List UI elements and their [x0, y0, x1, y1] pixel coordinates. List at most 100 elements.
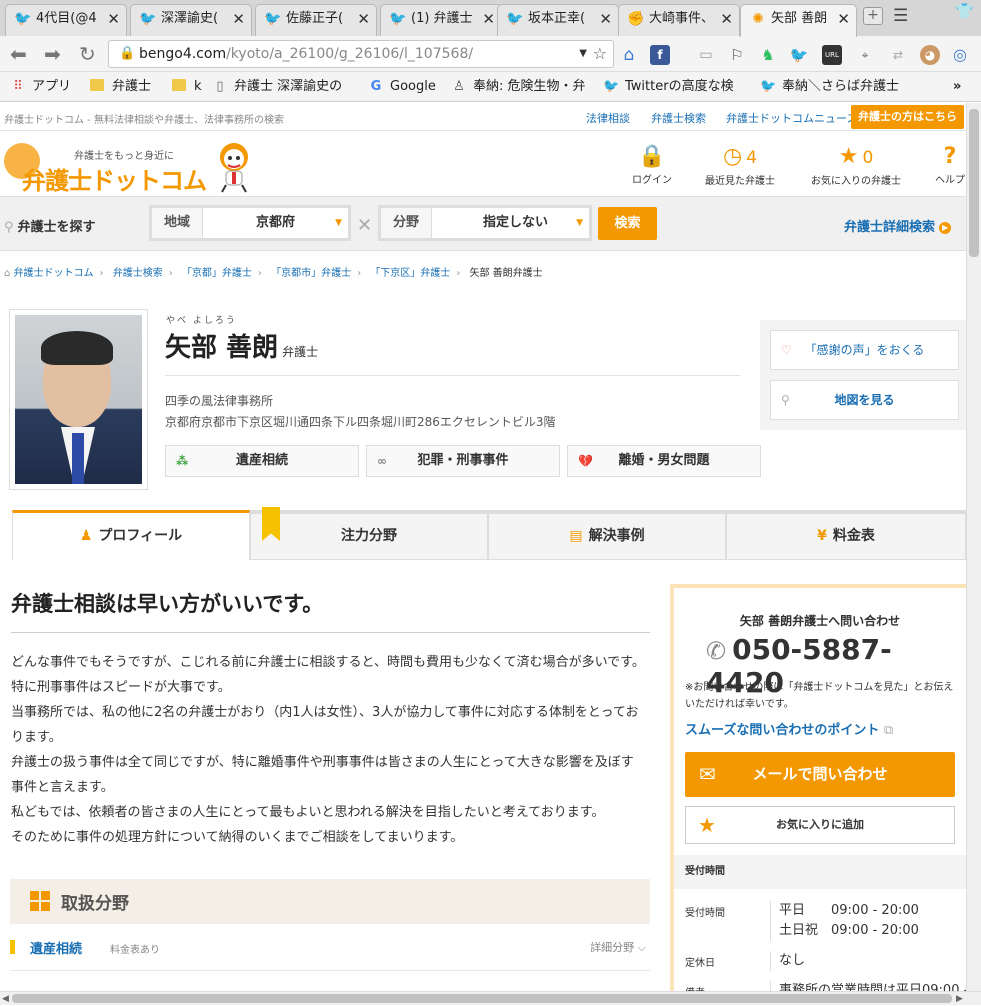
external-link-icon: ⧉ [883, 723, 894, 738]
home-icon[interactable]: ⌂ [619, 45, 639, 65]
folder-icon [90, 79, 104, 91]
practice-area-row[interactable]: 遺産相続 料金表あり 詳細分野 ⌵ [10, 931, 650, 971]
help-link[interactable]: ? ヘルプ [935, 143, 965, 186]
close-tab-icon[interactable]: ✕ [720, 5, 733, 33]
browser-tab[interactable]: 🐦 坂本正幸(✕ [497, 4, 619, 36]
tab-cases[interactable]: ▤ 解決事例 [488, 514, 726, 560]
person-icon: ♙ [453, 79, 465, 94]
practice-area-link[interactable]: 遺産相続 [30, 938, 82, 957]
breadcrumb: ⌂ 弁護士ドットコム › 弁護士検索 › 「京都」弁護士 › 「京都市」弁護士 › 「下… [4, 268, 543, 279]
browser-tab-active[interactable]: ✺ 矢部 善朗 ✕ [740, 4, 857, 37]
tab-profile[interactable]: ♟ プロフィール [12, 510, 250, 560]
for-lawyers-button[interactable]: 弁護士の方はこちら [851, 105, 964, 129]
login-link[interactable]: 🔒 ログイン [632, 143, 672, 186]
bookmark-star-icon[interactable]: ☆ [593, 41, 607, 67]
crosshair-icon[interactable]: ⌖ [855, 45, 875, 65]
bookmark-apps[interactable]: ⠿ アプリ [10, 77, 71, 97]
browser-tab[interactable]: ✊ 大崎事件、 ✕ [618, 4, 740, 36]
forward-arrow-icon[interactable]: ➡ [44, 42, 61, 66]
favorite-lawyers-link[interactable]: ★ 0 お気に入りの弁護士 [811, 143, 901, 187]
remarks-value: 事務所の営業時間は平日09:00 - [770, 981, 966, 991]
bookmark-folder[interactable]: k [172, 77, 202, 97]
bookmark-folder[interactable]: 弁護士 [90, 77, 151, 97]
field-select[interactable]: 分野 指定しない ▼ [378, 205, 592, 241]
advanced-search-link[interactable]: 弁護士詳細検索 ▶ [844, 216, 952, 235]
close-tab-icon[interactable]: ✕ [357, 5, 370, 33]
tab-fees[interactable]: ¥ 料金表 [726, 514, 966, 560]
map-button[interactable]: ⚲ 地図を見る [770, 380, 959, 420]
chevron-down-icon: ⌵ [637, 941, 646, 954]
browser-toolbar: ⬅ ➡ ↻ 🔒 bengo4.com/kyoto/a_26100/g_26106… [0, 36, 981, 72]
bookmark-item[interactable]: ▯ 弁護士 深澤諭史の [212, 77, 352, 97]
search-button[interactable]: 検索 [598, 207, 657, 240]
chevron-down-icon: ▼ [576, 218, 583, 228]
browser-tab[interactable]: 🐦 (1) 弁護士 ✕ [380, 4, 502, 36]
tab-focus-areas[interactable]: 注力分野 [250, 514, 488, 560]
breadcrumb-link[interactable]: 「京都」弁護士 [182, 268, 252, 279]
lock-icon: 🔒 [638, 144, 666, 169]
avatar[interactable]: ◕ [920, 45, 940, 65]
email-contact-button[interactable]: ✉ メールで問い合わせ [685, 752, 955, 797]
hours-header: 受付時間 [674, 855, 966, 889]
back-arrow-icon[interactable]: ⬅ [10, 42, 27, 66]
breadcrumb-link[interactable]: 弁護士ドットコム [14, 268, 94, 279]
puzzle-icon[interactable]: ⇄ [888, 45, 908, 65]
browser-tab[interactable]: 🐦 深澤諭史(✕ [130, 4, 252, 36]
tab-menu-icon[interactable]: ☰ [893, 6, 908, 26]
breadcrumb-link[interactable]: 「京都市」弁護士 [271, 268, 351, 279]
specialty-divorce[interactable]: 💔 離婚・男女問題 [567, 445, 761, 477]
specialty-criminal[interactable]: ∞ 犯罪・刑事事件 [366, 445, 560, 477]
window-menu-icon[interactable]: 👕 [955, 2, 974, 20]
region-select[interactable]: 地域 京都府 ▼ [149, 205, 351, 241]
close-tab-icon[interactable]: ✕ [107, 5, 120, 33]
lawyer-photo [9, 309, 148, 490]
facebook-icon[interactable]: f [650, 45, 670, 65]
toplink-news[interactable]: 弁護士ドットコムニュース [726, 110, 857, 126]
chevron-down-icon[interactable]: ▼ [579, 41, 587, 67]
twitter-icon: 🐦 [264, 11, 282, 27]
closed-value: なし [770, 951, 805, 971]
new-tab-button[interactable]: + [863, 7, 883, 25]
reload-icon[interactable]: ↻ [79, 42, 96, 66]
twitter-extension-icon[interactable]: 🐦 [789, 45, 809, 65]
breadcrumb-link[interactable]: 弁護士検索 [113, 268, 163, 279]
more-bookmarks-icon[interactable]: » [953, 77, 961, 97]
browser-tab[interactable]: 🐦 4代目(@4 ✕ [5, 4, 127, 36]
reader-icon[interactable]: ▭ [696, 45, 716, 65]
horizontal-scrollbar[interactable]: ◀ ▶ [0, 991, 981, 1005]
grid-icon [30, 891, 50, 911]
bookmark-item[interactable]: ♙ 奉納: 危険生物・弁 [451, 77, 591, 97]
globe-icon[interactable]: ◎ [950, 45, 970, 65]
recent-lawyers-link[interactable]: ◷ 4 最近見た弁護士 [705, 143, 775, 187]
bookmark-item[interactable]: 🐦 奉納＼さらば弁護士 [760, 77, 900, 97]
browser-tab[interactable]: 🐦 佐藤正子(✕ [255, 4, 377, 36]
close-tab-icon[interactable]: ✕ [232, 5, 245, 33]
close-tab-icon[interactable]: ✕ [599, 5, 612, 33]
evernote-icon[interactable]: ♞ [758, 45, 778, 65]
detail-toggle[interactable]: 詳細分野 ⌵ [590, 939, 646, 955]
bookmark-google[interactable]: G Google [368, 77, 436, 97]
breadcrumb-link[interactable]: 「下京区」弁護士 [370, 268, 450, 279]
heart-icon: ♡ [781, 343, 792, 357]
address-bar[interactable]: 🔒 bengo4.com/kyoto/a_26100/g_26106/l_107… [108, 40, 614, 68]
contact-tips-link[interactable]: スムーズな問い合わせのポイント ⧉ [685, 719, 893, 738]
add-favorite-button[interactable]: ★ お気に入りに追加 [685, 806, 955, 844]
specialty-inheritance[interactable]: ⁂ 遺産相続 [165, 445, 359, 477]
hours-value: 平日 09:00 - 20:00 土日祝 09:00 - 20:00 [770, 901, 919, 941]
scroll-right-icon[interactable]: ▶ [956, 992, 963, 1006]
bookmark-icon[interactable]: ⚐ [727, 45, 747, 65]
question-icon: ? [943, 144, 957, 169]
clipboard-icon: ▤ [569, 528, 583, 544]
vertical-scrollbar[interactable] [966, 103, 981, 991]
close-tab-icon[interactable]: ✕ [482, 5, 495, 33]
clock-icon: ◷ 4 [722, 144, 758, 169]
globe-icon: ✊ [627, 11, 645, 27]
thanks-button[interactable]: ♡ 「感謝の声」をおくる [770, 330, 959, 370]
toplink-consult[interactable]: 法律相談 [586, 110, 630, 126]
url-shortener-icon[interactable]: URL [822, 45, 842, 65]
scroll-left-icon[interactable]: ◀ [2, 992, 9, 1006]
toplink-lawyer-search[interactable]: 弁護士検索 [651, 110, 706, 126]
bookmark-item[interactable]: 🐦 Twitterの高度な検 [603, 77, 753, 97]
clear-icon[interactable]: ✕ [357, 215, 372, 236]
close-tab-icon[interactable]: ✕ [837, 5, 850, 33]
